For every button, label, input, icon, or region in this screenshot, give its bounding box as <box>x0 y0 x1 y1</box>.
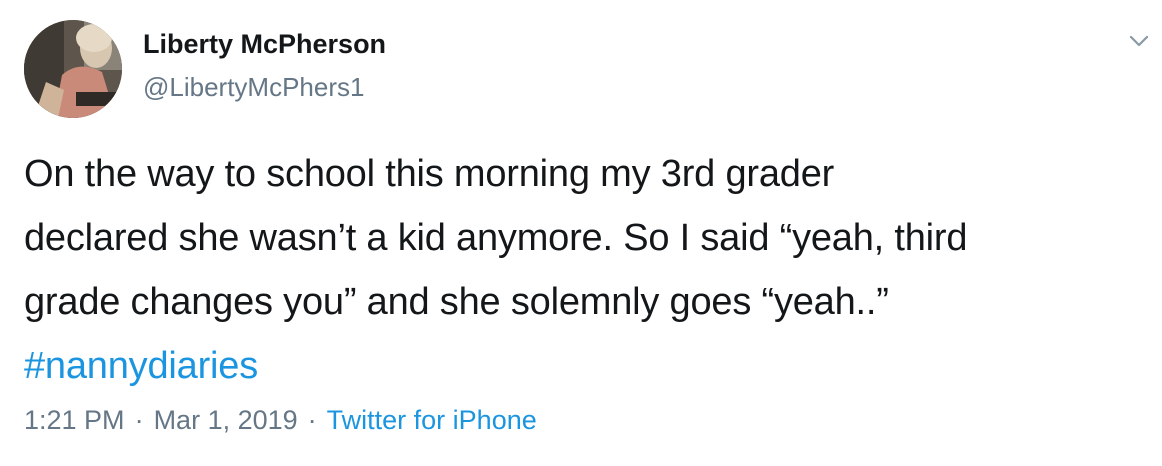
meta-separator: · <box>134 405 144 435</box>
avatar-photo <box>24 20 122 118</box>
tweet-source-link[interactable]: Twitter for iPhone <box>327 405 537 435</box>
meta-separator: · <box>307 405 317 435</box>
tweet-text-line: On the way to school this morning my 3rd… <box>24 153 835 195</box>
chevron-down-icon[interactable] <box>1124 28 1154 54</box>
tweet-card: Liberty McPherson @LibertyMcPhers1 On th… <box>0 0 1162 466</box>
avatar[interactable] <box>24 20 122 118</box>
author-handle[interactable]: @LibertyMcPhers1 <box>143 72 364 103</box>
author-display-name[interactable]: Liberty McPherson <box>143 29 386 60</box>
hashtag-link[interactable]: #nannydiaries <box>24 345 258 387</box>
tweet-time[interactable]: 1:21 PM <box>24 405 125 435</box>
tweet-text: On the way to school this morning my 3rd… <box>24 142 1144 398</box>
tweet-date[interactable]: Mar 1, 2019 <box>154 405 298 435</box>
tweet-text-line: grade changes you” and she solemnly goes… <box>24 281 889 323</box>
tweet-text-line: declared she wasn’t a kid anymore. So I … <box>24 217 968 259</box>
tweet-metadata: 1:21 PM · Mar 1, 2019 · Twitter for iPhone <box>24 405 537 436</box>
